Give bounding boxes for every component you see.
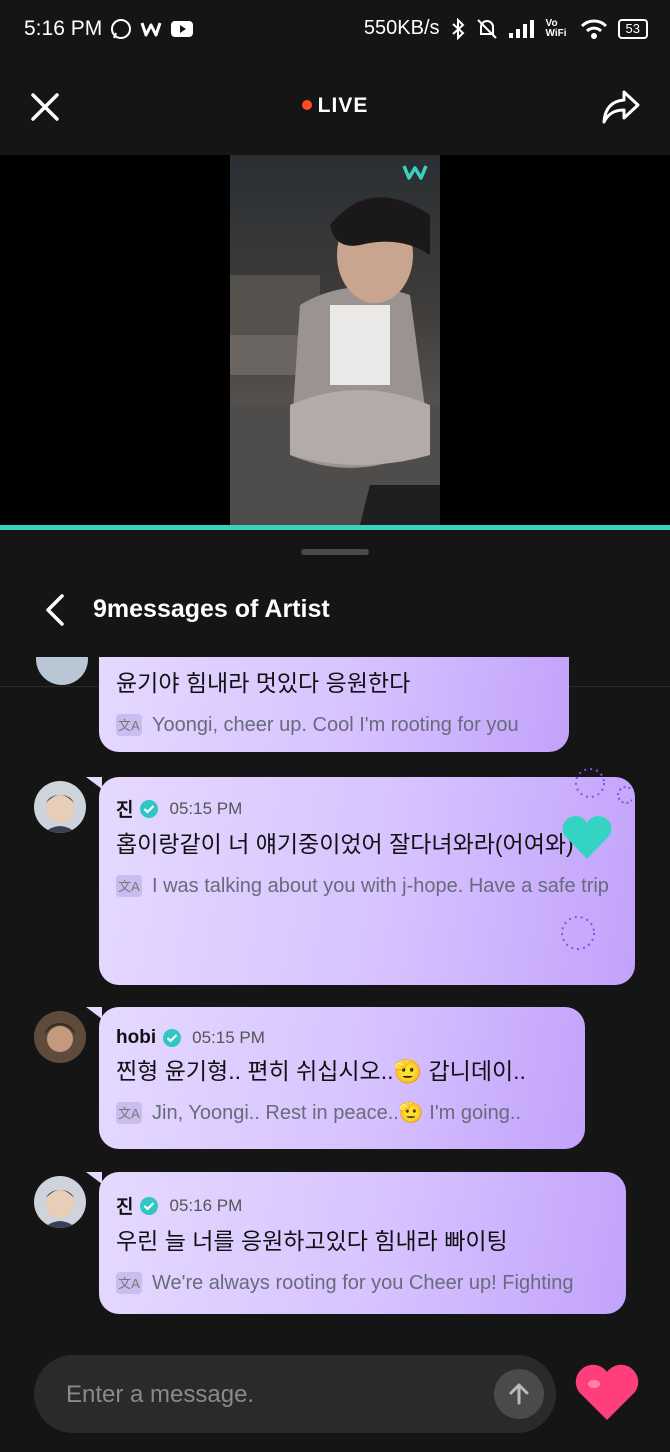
panel-title: 9messages of Artist: [93, 595, 330, 623]
battery-level: 53: [625, 20, 640, 36]
message-translation: Yoongi, cheer up. Cool I'm rooting for y…: [152, 714, 519, 736]
translation-row: 文A We're always rooting for you Cheer up…: [116, 1268, 609, 1299]
message-item: hobi 05:15 PM 찐형 윤기형.. 편히 쉬십시오..🫡 갑니데이..…: [0, 1007, 670, 1157]
mute-bell-icon: [476, 18, 497, 39]
message-bubble: 윤기야 힘내라 멋있다 응원한다 文A Yoongi, cheer up. Co…: [99, 657, 569, 752]
artist-messages-panel: 9messages of Artist 윤기야 힘내라 멋있다 응원한다 文A …: [0, 530, 670, 1452]
artist-name[interactable]: hobi: [116, 1027, 156, 1049]
arrow-up-icon: [509, 1383, 529, 1405]
top-bar: LIVE: [0, 60, 670, 155]
message-text: 윤기야 힘내라 멋있다 응원한다: [116, 670, 411, 696]
vowifi-label: Vo WiFi: [545, 17, 567, 39]
translate-icon: 文A: [116, 1102, 142, 1124]
network-speed: 550KB/s: [363, 17, 440, 39]
panel-header: 9messages of Artist: [0, 580, 670, 640]
bubble-tail: [86, 1007, 102, 1019]
message-translation: I was talking about you with j-hope. Hav…: [152, 875, 609, 897]
translate-icon: 文A: [116, 714, 142, 736]
message-time: 05:15 PM: [192, 1028, 265, 1047]
avatar-image: [44, 1190, 76, 1228]
weverse-icon: [140, 22, 162, 37]
message-item: 진 05:15 PM 홉이랑같이 너 얘기중이었어 잘다녀와라(어여와) 文A …: [0, 768, 670, 987]
share-icon[interactable]: [600, 86, 642, 126]
bluetooth-icon: [451, 17, 464, 40]
message-item: 진 05:16 PM 우린 늘 너를 응원하고있다 힘내라 빠이팅 文A We'…: [0, 1172, 670, 1322]
youtube-icon: [171, 21, 194, 37]
translation-row: 文A Yoongi, cheer up. Cool I'm rooting fo…: [116, 710, 552, 741]
send-button[interactable]: [494, 1369, 544, 1419]
wifi-icon: [580, 19, 607, 39]
verified-badge-icon: [140, 799, 159, 818]
message-item: 윤기야 힘내라 멋있다 응원한다 文A Yoongi, cheer up. Co…: [0, 657, 670, 757]
live-video[interactable]: [0, 155, 670, 525]
message-time: 05:15 PM: [169, 798, 243, 818]
message-time: 05:16 PM: [169, 1195, 243, 1215]
video-thumbnail: [230, 197, 440, 525]
translation-row: 文A Jin, Yoongi.. Rest in peace..🫡 I'm go…: [116, 1098, 568, 1129]
avatar: [34, 1011, 86, 1063]
whatsapp-icon: [111, 19, 132, 39]
heart-button-icon[interactable]: [572, 1360, 642, 1424]
verified-badge-icon: [163, 1029, 182, 1047]
messages-list[interactable]: 윤기야 힘내라 멋있다 응원한다 文A Yoongi, cheer up. Co…: [0, 657, 670, 1327]
message-translation: We're always rooting for you Cheer up! F…: [152, 1272, 574, 1294]
avatar: [34, 781, 86, 833]
avatar: [36, 657, 88, 685]
live-dot-icon: [301, 100, 312, 110]
floating-heart-icon: [562, 768, 632, 859]
artist-name[interactable]: 진: [116, 1192, 133, 1219]
status-bar: 5:16 PM 550KB/s Vo WiFi 53: [0, 0, 670, 60]
sparkle-icon: [561, 916, 595, 950]
bubble-tail: [86, 777, 102, 789]
translate-icon: 文A: [116, 875, 142, 897]
weverse-logo-icon: [402, 165, 428, 180]
message-bubble: hobi 05:15 PM 찐형 윤기형.. 편히 쉬십시오..🫡 갑니데이..…: [99, 1007, 585, 1149]
signal-icon: [508, 19, 534, 38]
artist-name[interactable]: 진: [116, 795, 133, 822]
back-arrow-icon[interactable]: [40, 592, 70, 628]
message-text: 찐형 윤기형.. 편히 쉬십시오..🫡 갑니데이..: [116, 1058, 526, 1084]
battery-icon: 53: [617, 18, 648, 39]
bubble-tail: [86, 1172, 102, 1184]
message-input[interactable]: [64, 1355, 468, 1435]
avatar-image: [44, 795, 76, 833]
message-text: 우린 늘 너를 응원하고있다 힘내라 빠이팅: [116, 1228, 508, 1254]
message-bubble: 진 05:16 PM 우린 늘 너를 응원하고있다 힘내라 빠이팅 文A We'…: [99, 1172, 626, 1314]
message-input-bar: [34, 1355, 556, 1435]
translate-icon: 文A: [116, 1272, 142, 1294]
translation-row: 文A I was talking about you with j-hope. …: [116, 871, 618, 902]
status-time: 5:16 PM: [24, 17, 103, 40]
avatar: [34, 1176, 86, 1228]
avatar-image: [44, 1023, 76, 1052]
message-text: 홉이랑같이 너 얘기중이었어 잘다녀와라(어여와): [116, 831, 574, 857]
message-translation: Jin, Yoongi.. Rest in peace..🫡 I'm going…: [152, 1102, 521, 1124]
verified-badge-icon: [140, 1196, 159, 1215]
video-frame: [230, 155, 440, 525]
drag-handle[interactable]: [301, 549, 369, 555]
live-indicator: LIVE: [0, 94, 670, 118]
live-label: LIVE: [317, 94, 369, 117]
